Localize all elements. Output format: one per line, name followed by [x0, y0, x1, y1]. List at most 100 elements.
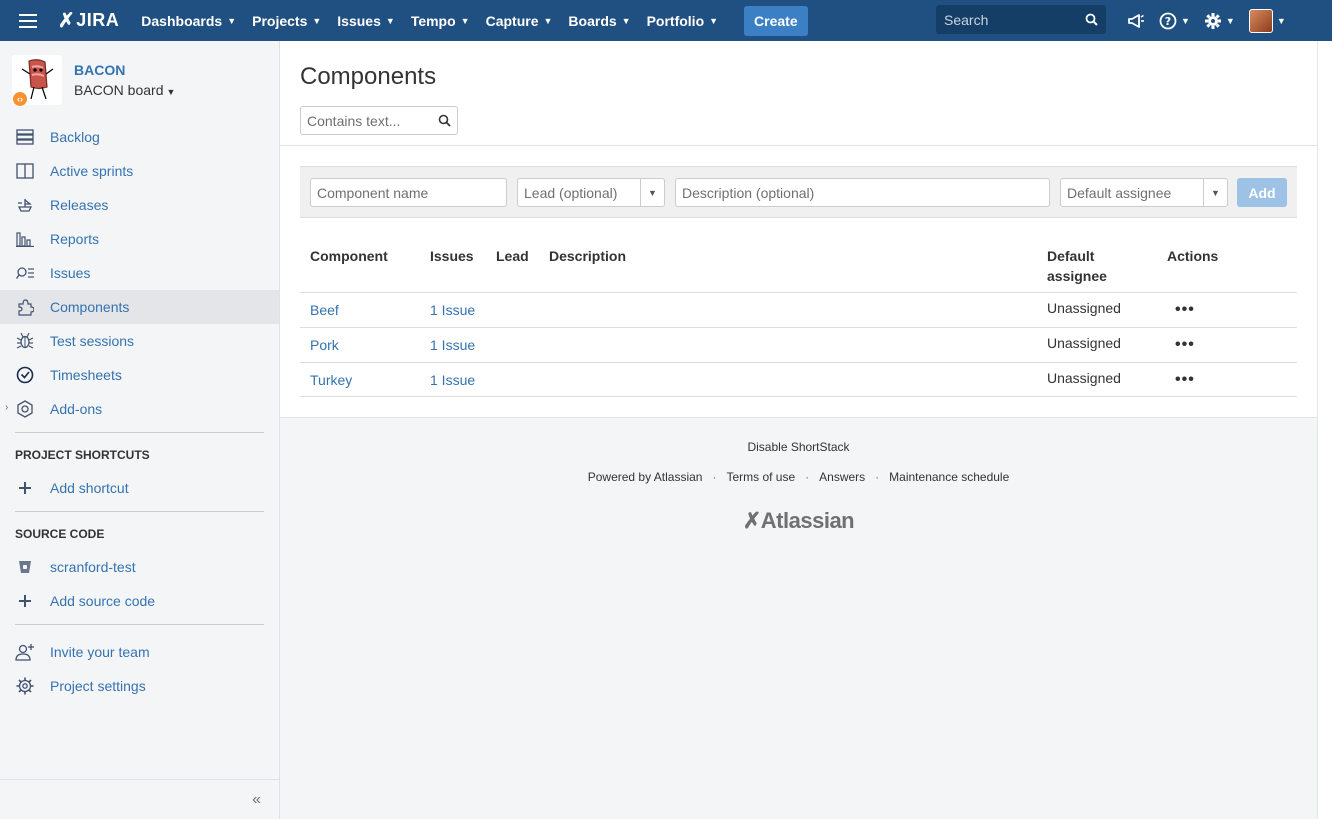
nav-boards[interactable]: Boards ▼: [560, 0, 638, 41]
default-assignee-select[interactable]: Default assignee ▼: [1060, 178, 1228, 207]
caret-down-icon: ▼: [166, 87, 176, 97]
sidebar-item-active-sprints[interactable]: Active sprints: [0, 154, 279, 188]
search-icon: [1085, 13, 1098, 26]
create-button[interactable]: Create: [744, 5, 808, 36]
nav-capture[interactable]: Capture ▼: [478, 0, 561, 41]
sidebar-item-label: Project settings: [50, 678, 146, 694]
sidebar-item-label: Invite your team: [50, 644, 150, 660]
component-link[interactable]: Turkey: [310, 372, 352, 388]
nav-label: Issues: [337, 12, 381, 29]
jira-logo[interactable]: ✗ JIRA: [58, 8, 119, 33]
chevron-down-icon[interactable]: ▼: [1203, 179, 1227, 206]
sidebar-item-invite-team[interactable]: Invite your team: [0, 635, 279, 669]
chevron-right-icon[interactable]: ›: [5, 402, 8, 413]
bug-icon: [15, 331, 35, 351]
caret-down-icon: ▼: [621, 15, 631, 26]
column-header-lead[interactable]: Lead: [496, 246, 529, 266]
disable-shortstack-link[interactable]: Disable ShortStack: [747, 440, 849, 454]
collapse-sidebar-button[interactable]: «: [0, 779, 279, 819]
nav-projects[interactable]: Projects ▼: [244, 0, 329, 41]
board-columns-icon: [15, 161, 35, 181]
lead-select[interactable]: Lead (optional) ▼: [517, 178, 665, 207]
user-profile-menu[interactable]: ▼: [1242, 0, 1293, 41]
nav-dashboards[interactable]: Dashboards ▼: [133, 0, 244, 41]
table-row: Pork 1 Issue Unassigned •••: [300, 327, 1297, 362]
board-switcher[interactable]: BACON board ▼: [74, 82, 175, 98]
column-header-component[interactable]: Component: [310, 246, 388, 266]
maintenance-link[interactable]: Maintenance schedule: [889, 470, 1009, 484]
sidebar-item-project-settings[interactable]: Project settings: [0, 669, 279, 703]
component-link[interactable]: Beef: [310, 302, 339, 318]
column-header-actions: Actions: [1167, 248, 1219, 264]
sidebar-item-label: Reports: [50, 231, 100, 247]
caret-down-icon: ▼: [709, 15, 719, 26]
sidebar-item-releases[interactable]: Releases: [0, 188, 279, 222]
more-actions-icon[interactable]: •••: [1175, 336, 1195, 354]
code-badge-icon: ‹›: [12, 91, 28, 107]
input-placeholder: Component name: [317, 184, 429, 201]
table-row: Turkey 1 Issue Unassigned •••: [300, 362, 1297, 397]
sidebar-item-test-sessions[interactable]: Test sessions: [0, 324, 279, 358]
jira-logo-icon: ✗: [58, 10, 76, 32]
section-title-shortcuts: PROJECT SHORTCUTS: [15, 448, 150, 462]
column-header-default-assignee[interactable]: Default assignee: [1047, 246, 1107, 286]
sidebar-item-backlog[interactable]: Backlog: [0, 120, 279, 154]
table-row: Beef 1 Issue Unassigned •••: [300, 292, 1297, 327]
add-user-icon: [15, 642, 35, 662]
admin-settings-menu[interactable]: ▼: [1197, 0, 1242, 41]
sidebar-item-reports[interactable]: Reports: [0, 222, 279, 256]
filter-input[interactable]: Contains text...: [300, 106, 458, 135]
nav-portfolio[interactable]: Portfolio ▼: [639, 0, 726, 41]
sidebar-item-components[interactable]: Components: [0, 290, 279, 324]
double-chevron-left-icon: «: [252, 790, 261, 808]
assignee-value: Unassigned: [1047, 370, 1121, 386]
nav-label: Tempo: [410, 12, 456, 29]
column-header-issues[interactable]: Issues: [430, 246, 474, 266]
caret-down-icon: ▼: [1225, 15, 1235, 26]
nav-issues[interactable]: Issues ▼: [329, 0, 403, 41]
add-button[interactable]: Add: [1237, 178, 1287, 207]
component-name-input[interactable]: Component name: [310, 178, 507, 207]
sidebar-item-add-ons[interactable]: › Add-ons: [0, 392, 279, 426]
bitbucket-repo-icon: [15, 557, 35, 577]
input-placeholder: Lead (optional): [524, 184, 618, 201]
powered-by-link[interactable]: Powered by Atlassian: [588, 470, 703, 484]
more-actions-icon[interactable]: •••: [1175, 371, 1195, 389]
section-title-source-code: SOURCE CODE: [15, 527, 105, 541]
caret-down-icon: ▼: [1181, 15, 1190, 26]
help-icon: ?: [1159, 12, 1177, 29]
backlog-icon: [15, 127, 35, 147]
more-actions-icon[interactable]: •••: [1175, 301, 1195, 319]
issues-count-link[interactable]: 1 Issue: [430, 372, 475, 388]
description-input[interactable]: Description (optional): [675, 178, 1050, 207]
project-sidebar: ‹› BACON BACON board ▼ Backlog Active spr…: [0, 41, 280, 819]
terms-link[interactable]: Terms of use: [726, 470, 795, 484]
sidebar-item-timesheets[interactable]: Timesheets: [0, 358, 279, 392]
help-menu[interactable]: ? ▼: [1152, 0, 1197, 41]
column-header-description[interactable]: Description: [549, 246, 626, 266]
sidebar-item-add-source-code[interactable]: Add source code: [0, 584, 279, 618]
separator-dot: ·: [805, 470, 810, 484]
announcement-megaphone-icon[interactable]: [1120, 0, 1152, 41]
component-link[interactable]: Pork: [310, 337, 339, 353]
chevron-down-icon[interactable]: ▼: [640, 179, 664, 206]
project-name[interactable]: BACON: [74, 62, 175, 78]
atlassian-logo-icon: ✗: [742, 508, 761, 533]
answers-link[interactable]: Answers: [819, 470, 865, 484]
nav-label: Portfolio: [646, 12, 705, 29]
app-switcher-menu-icon[interactable]: [0, 0, 56, 41]
sidebar-item-repo[interactable]: scranford-test: [0, 550, 279, 584]
project-avatar[interactable]: ‹›: [12, 55, 62, 107]
page-title: Components: [300, 63, 437, 90]
nav-tempo[interactable]: Tempo ▼: [403, 0, 478, 41]
hexagon-addon-icon: [15, 399, 35, 419]
scrollbar-track[interactable]: [1317, 41, 1332, 819]
search-input[interactable]: Search: [936, 5, 1106, 34]
sidebar-item-add-shortcut[interactable]: Add shortcut: [0, 471, 279, 505]
issues-count-link[interactable]: 1 Issue: [430, 302, 475, 318]
atlassian-logo[interactable]: ✗ Atlassian: [280, 508, 1317, 534]
nav-label: Projects: [252, 12, 308, 29]
sidebar-item-issues[interactable]: Issues: [0, 256, 279, 290]
issues-count-link[interactable]: 1 Issue: [430, 337, 475, 353]
project-header: ‹› BACON BACON board ▼: [12, 55, 175, 107]
